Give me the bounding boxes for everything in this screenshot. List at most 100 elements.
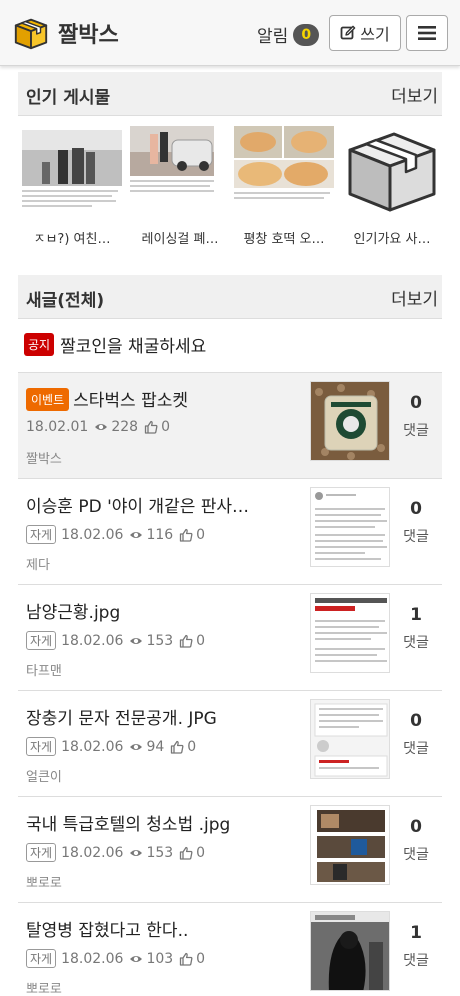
post-row[interactable]: 이승훈 PD '야이 개같은 판사… 자게 18.02.06 116 0 제다 … (18, 478, 442, 584)
top-header: 짤박스 알림 0 쓰기 (0, 0, 460, 66)
popular-more-link[interactable]: 더보기 (391, 82, 438, 107)
post-views: 153 (146, 844, 174, 861)
post-date: 18.02.01 (26, 419, 89, 435)
post-comment-count: 1 (410, 605, 422, 625)
write-button[interactable]: 쓰기 (329, 15, 401, 51)
post-likes: 0 (196, 526, 206, 543)
post-thumbnail (310, 805, 390, 885)
post-meta: 자게 18.02.06 116 0 (26, 525, 205, 544)
post-thumbnail (310, 593, 390, 673)
post-views: 94 (146, 738, 165, 755)
new-posts-more-link[interactable]: 더보기 (391, 285, 438, 310)
post-author: 얼큰이 (26, 770, 62, 785)
logo[interactable]: 짤박스 (12, 14, 119, 52)
eye-icon (95, 424, 108, 430)
post-comment-count: 0 (410, 817, 422, 837)
popular-thumbnail (130, 122, 230, 216)
post-category: 자게 (26, 737, 57, 756)
popular-thumbnail (22, 122, 122, 216)
thumbs-up-icon (171, 740, 184, 754)
eye-icon (130, 849, 143, 856)
eye-icon (130, 743, 143, 750)
logo-text: 짤박스 (58, 23, 119, 48)
box-logo-icon (14, 18, 48, 50)
popular-title: 인기 게시물 (26, 88, 111, 108)
thumbs-up-icon (180, 846, 193, 860)
post-author: 짤박스 (26, 452, 62, 467)
popular-item-title: 인기가요 사… (353, 232, 431, 247)
post-comment-label: 댓글 (403, 847, 429, 863)
popular-thumbnail (234, 122, 334, 216)
post-views: 103 (146, 950, 174, 967)
post-category: 자게 (26, 843, 57, 862)
popular-item-title: 레이싱걸 폐… (141, 232, 219, 247)
post-title: 장충기 문자 전문공개. JPG (26, 709, 217, 729)
menu-button[interactable] (406, 15, 448, 51)
eye-icon (130, 955, 143, 962)
popular-item-title: 평창 호떡 오… (243, 232, 325, 247)
post-views: 116 (146, 526, 174, 543)
popular-item-title: ㅈㅂ?) 여친… (33, 232, 111, 247)
post-views: 228 (111, 419, 139, 435)
edit-icon (340, 25, 356, 40)
post-category: 자게 (26, 525, 57, 544)
post-likes: 0 (187, 738, 197, 755)
alarm-count-badge: 0 (293, 23, 320, 46)
post-title-text: 스타벅스 팝소켓 (73, 391, 189, 411)
post-row[interactable]: 남양근황.jpg 자게 18.02.06 153 0 타프맨 1 댓글 (18, 584, 442, 690)
thumbs-up-icon (144, 420, 158, 434)
post-title: 남양근황.jpg (26, 603, 121, 623)
box-placeholder-icon (348, 132, 436, 212)
post-date: 18.02.06 (61, 738, 124, 755)
post-comment-count: 0 (410, 711, 422, 731)
post-comment-label: 댓글 (403, 423, 429, 439)
post-likes: 0 (196, 844, 206, 861)
popular-thumbnail (342, 122, 442, 216)
new-posts-section-header: 새글(전체) 더보기 (18, 275, 442, 319)
post-author: 뽀로로 (26, 982, 62, 996)
notice-text: 짤코인을 채굴하세요 (60, 337, 207, 357)
write-label: 쓰기 (360, 25, 390, 44)
post-meta: 자게 18.02.06 153 0 (26, 631, 205, 650)
post-likes: 0 (196, 632, 206, 649)
post-comment-count: 1 (410, 923, 422, 943)
popular-item[interactable]: ㅈㅂ?) 여친… (22, 122, 122, 247)
post-comment-count: 0 (410, 499, 422, 519)
event-badge: 이벤트 (26, 388, 70, 411)
post-likes: 0 (196, 950, 206, 967)
popular-item[interactable]: 평창 호떡 오… (234, 122, 334, 247)
post-row[interactable]: 이벤트 스타벅스 팝소켓 18.02.01 228 0 짤박스 0 댓글 (18, 372, 442, 478)
popular-list: ㅈㅂ?) 여친… 레이싱걸 폐… 평창 호떡 오… 인기가요 사… (18, 122, 442, 252)
popular-item[interactable]: 인기가요 사… (342, 122, 442, 247)
post-comment-label: 댓글 (403, 953, 429, 969)
post-title: 국내 특급호텔의 청소법 .jpg (26, 815, 231, 835)
eye-icon (130, 531, 143, 538)
post-row[interactable]: 장충기 문자 전문공개. JPG 자게 18.02.06 94 0 얼큰이 0 … (18, 690, 442, 796)
post-title: 이승훈 PD '야이 개같은 판사… (26, 497, 250, 517)
post-meta: 자게 18.02.06 94 0 (26, 737, 196, 756)
post-author: 제다 (26, 558, 50, 573)
post-row[interactable]: 탈영병 잡혔다고 한다.. 자게 18.02.06 103 0 뽀로로 1 댓글 (18, 902, 442, 996)
post-category: 자게 (26, 631, 57, 650)
post-thumbnail (310, 381, 390, 461)
hamburger-icon (418, 26, 436, 40)
notice-badge: 공지 (24, 333, 55, 356)
thumbs-up-icon (180, 528, 193, 542)
post-comment-count: 0 (410, 393, 422, 413)
post-thumbnail (310, 487, 390, 567)
post-author: 타프맨 (26, 664, 62, 679)
popular-item[interactable]: 레이싱걸 폐… (130, 122, 230, 247)
post-date: 18.02.06 (61, 526, 124, 543)
post-category: 자게 (26, 949, 57, 968)
alarm-button[interactable]: 알림 0 (257, 22, 320, 47)
popular-section-header: 인기 게시물 더보기 (18, 72, 442, 116)
notice-item[interactable]: 공지 짤코인을 채굴하세요 (24, 332, 206, 357)
thumbs-up-icon (180, 634, 193, 648)
post-row[interactable]: 국내 특급호텔의 청소법 .jpg 자게 18.02.06 153 0 뽀로로 … (18, 796, 442, 902)
post-thumbnail (310, 699, 390, 779)
post-date: 18.02.06 (61, 844, 124, 861)
post-title: 탈영병 잡혔다고 한다.. (26, 921, 189, 941)
post-title: 이벤트 스타벅스 팝소켓 (26, 386, 296, 411)
post-date: 18.02.06 (61, 950, 124, 967)
post-meta: 자게 18.02.06 153 0 (26, 843, 205, 862)
